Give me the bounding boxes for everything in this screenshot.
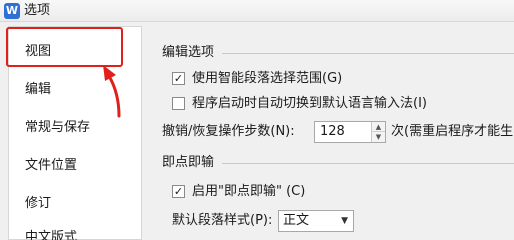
spin-buttons: ▲ ▼	[371, 122, 385, 142]
options-content-panel: 编辑选项 ✓ 使用智能段落选择范围(G) 程序启动时自动切换到默认语言输入法(I…	[150, 26, 514, 240]
spin-up-icon[interactable]: ▲	[372, 122, 385, 132]
auto-ime-label: 程序启动时自动切换到默认语言输入法(I)	[192, 96, 427, 111]
default-paragraph-style-value: 正文	[283, 213, 310, 228]
spin-down-icon[interactable]: ▼	[372, 132, 385, 142]
default-paragraph-style-label: 默认段落样式(P):	[172, 213, 273, 228]
section-divider	[222, 53, 514, 54]
smart-paragraph-label: 使用智能段落选择范围(G)	[192, 71, 343, 86]
click-and-type-section-title: 即点即输	[162, 155, 215, 170]
click-and-type-checkbox[interactable]: ✓	[172, 185, 185, 198]
app-logo-icon: W	[4, 3, 20, 19]
sidebar-item-chinese-layout[interactable]: 中文版式	[25, 229, 77, 240]
undo-steps-value: 128	[320, 124, 345, 139]
undo-steps-label: 撤销/恢复操作步数(N):	[162, 124, 295, 139]
edit-options-section-title: 编辑选项	[162, 45, 215, 60]
section-divider	[222, 163, 514, 164]
window-title: 选项	[24, 3, 51, 18]
highlight-box-annotation	[6, 27, 123, 67]
undo-steps-note: 次(需重启程序才能生	[391, 124, 514, 139]
red-arrow-annotation	[103, 65, 121, 118]
auto-ime-checkbox[interactable]	[172, 97, 185, 110]
click-and-type-label: 启用"即点即输" (C)	[192, 184, 306, 199]
smart-paragraph-checkbox[interactable]: ✓	[172, 72, 185, 85]
sidebar-item-revisions[interactable]: 修订	[25, 195, 51, 213]
sidebar-item-edit[interactable]: 编辑	[25, 81, 51, 99]
dropdown-arrow-icon: ▼	[341, 216, 348, 226]
title-bar: W 选项	[0, 0, 514, 22]
sidebar-item-general-save[interactable]: 常规与保存	[25, 119, 90, 137]
sidebar-item-file-locations[interactable]: 文件位置	[25, 157, 77, 175]
undo-steps-spinbox[interactable]: 128 ▲ ▼	[314, 121, 386, 143]
default-paragraph-style-select[interactable]: 正文 ▼	[278, 210, 354, 232]
